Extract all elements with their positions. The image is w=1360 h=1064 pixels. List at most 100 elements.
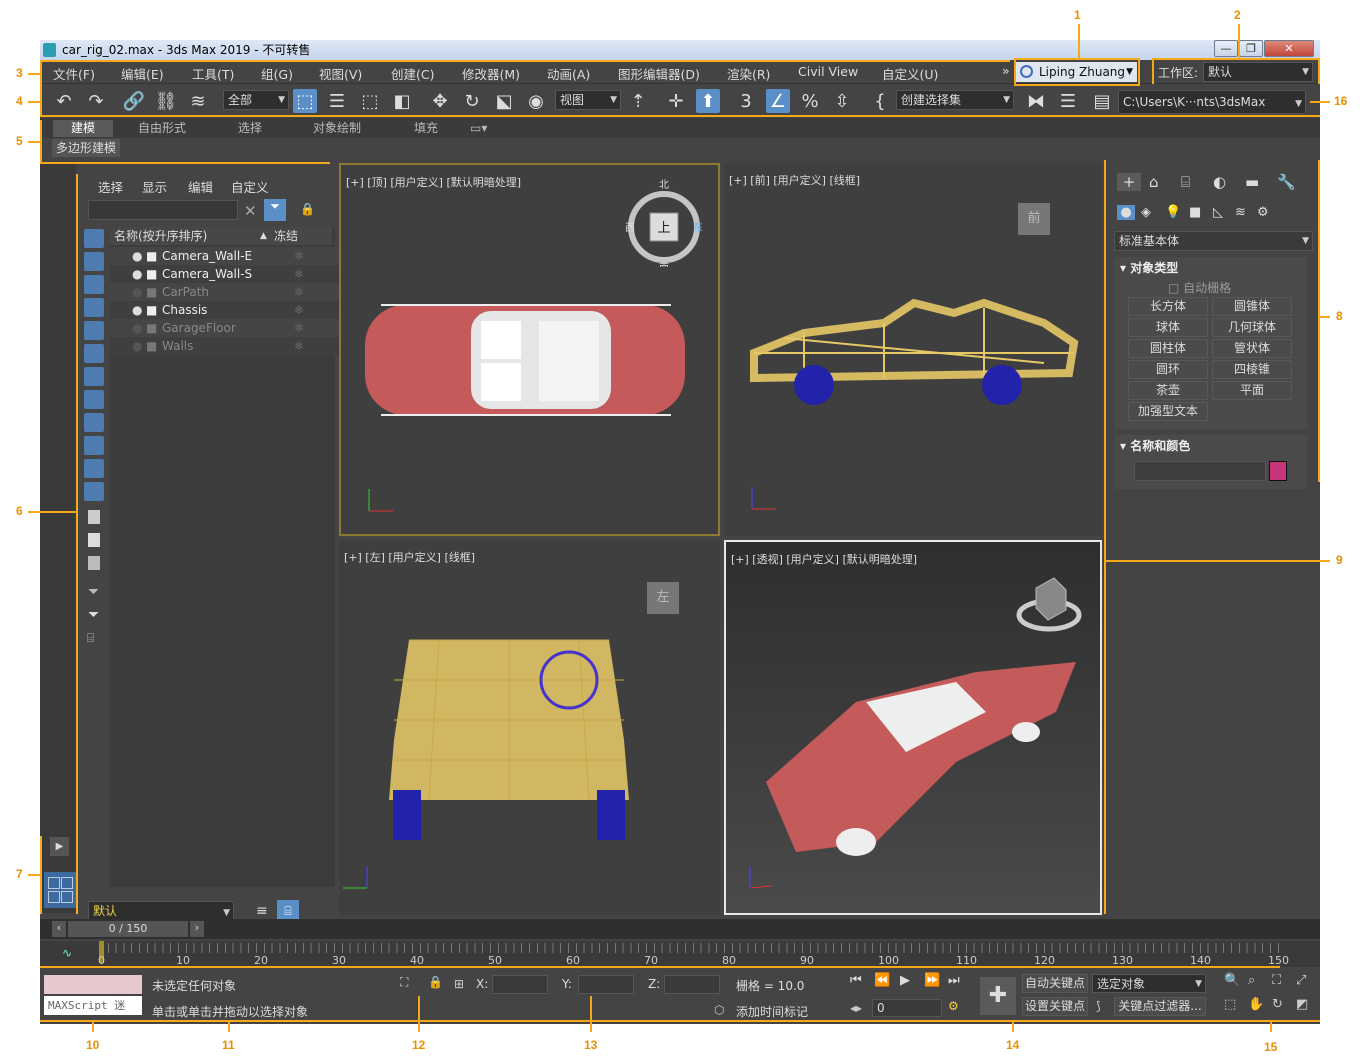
user-account-button[interactable]: Liping Zhuang ▼ xyxy=(1015,62,1137,82)
menu-graph-editors[interactable]: 图形编辑器(D) xyxy=(618,64,700,83)
viewport-label-perspective[interactable]: [+] [透视] [用户定义] [默认明暗处理] xyxy=(731,551,917,567)
coord-z-field[interactable] xyxy=(664,975,720,994)
rollout-name-color-title[interactable]: ▾ 名称和颜色 xyxy=(1120,437,1190,454)
menu-edit[interactable]: 编辑(E) xyxy=(121,64,164,83)
eye-icon[interactable]: ● xyxy=(132,247,142,265)
previous-frame-icon[interactable]: ⏪ xyxy=(874,973,890,988)
eye-icon[interactable]: ● xyxy=(132,283,142,301)
menu-rendering[interactable]: 渲染(R) xyxy=(727,64,770,83)
scene-menu-edit[interactable]: 编辑 xyxy=(188,177,213,196)
scale-icon[interactable]: ⬕ xyxy=(492,89,516,113)
display-bones-icon[interactable] xyxy=(84,413,104,432)
primitive-button[interactable]: 圆环 xyxy=(1128,360,1208,379)
coord-y-field[interactable] xyxy=(578,975,634,994)
helpers-icon[interactable]: ◺ xyxy=(1213,205,1223,220)
zoom-icon[interactable]: 🔍 xyxy=(1224,973,1240,988)
col-name[interactable]: 名称(按升序排序) xyxy=(114,227,207,245)
primitive-button[interactable]: 球体 xyxy=(1128,318,1208,337)
snap-toggle-button[interactable]: 3 xyxy=(734,89,758,113)
col-freeze[interactable]: 冻结 xyxy=(274,227,298,245)
primitive-button[interactable]: 茶壶 xyxy=(1128,381,1208,400)
primitive-button[interactable]: 圆锥体 xyxy=(1212,297,1292,316)
mirror-icon[interactable]: ⧓ xyxy=(1024,89,1048,113)
viewport-label-top[interactable]: [+] [顶] [用户定义] [默认明暗处理] xyxy=(346,174,521,190)
scene-menu-customize[interactable]: 自定义 xyxy=(231,177,269,196)
go-to-end-icon[interactable]: ⏭ xyxy=(948,973,960,988)
select-by-name-button[interactable]: ☰ xyxy=(325,89,349,113)
zoom-extents-all-icon[interactable]: ⤢ xyxy=(1296,973,1306,988)
set-key-button[interactable]: 设置关键点 xyxy=(1022,997,1088,1016)
viewcube-left[interactable]: 左 xyxy=(647,582,679,614)
field-of-view-icon[interactable]: ⬚ xyxy=(1224,997,1236,1012)
object-name-input[interactable] xyxy=(1134,461,1266,481)
display-groups-icon[interactable] xyxy=(84,367,104,386)
maxscript-input[interactable]: MAXScript 迷 xyxy=(44,996,142,1015)
menu-civil-view[interactable]: Civil View xyxy=(798,64,858,79)
window-crossing-button[interactable]: ◧ xyxy=(390,89,414,113)
key-filters-button[interactable]: 关键点过滤器... xyxy=(1114,997,1206,1016)
auto-key-button[interactable]: 自动关键点 xyxy=(1022,974,1088,993)
display-xrefs-icon[interactable] xyxy=(84,390,104,409)
move-icon[interactable]: ✥ xyxy=(428,89,452,113)
modify-tab-icon[interactable]: ⌂ xyxy=(1149,173,1159,191)
tab-freeform[interactable]: 自由形式 xyxy=(138,120,186,137)
freeze-icon[interactable]: ❄ xyxy=(294,337,304,355)
select-object-button[interactable]: ⬚ xyxy=(293,89,317,113)
manipulate-icon[interactable]: ✛ xyxy=(664,89,688,113)
spacewarps-icon[interactable]: ≋ xyxy=(1235,205,1246,220)
tab-object-paint[interactable]: 对象绘制 xyxy=(313,120,361,137)
menu-group[interactable]: 组(G) xyxy=(261,64,293,83)
bind-space-warp-icon[interactable]: ≋ xyxy=(186,89,210,113)
menu-file[interactable]: 文件(F) xyxy=(53,64,95,83)
unlink-icon[interactable]: ⛓ xyxy=(154,89,178,113)
key-selection-select[interactable]: 选定对象 ▼ xyxy=(1092,974,1206,993)
go-to-start-icon[interactable]: ⏮ xyxy=(850,973,862,988)
menu-create[interactable]: 创建(C) xyxy=(391,64,434,83)
display-invert-icon[interactable] xyxy=(88,556,100,570)
list-item[interactable]: ● ■ Chassis ❄ xyxy=(110,301,355,319)
viewport-layout-tab[interactable] xyxy=(44,872,76,908)
viewport-front[interactable]: [+] [前] [用户定义] [线框] 前 xyxy=(724,163,1102,536)
undo-button[interactable]: ↶ xyxy=(52,89,76,113)
viewcube-front[interactable]: 前 xyxy=(1018,203,1050,235)
primitive-button[interactable]: 圆柱体 xyxy=(1128,339,1208,358)
autogrid-checkbox[interactable]: □ 自动栅格 xyxy=(1168,279,1231,296)
zoom-extents-icon[interactable]: ⛶ xyxy=(1272,973,1281,988)
place-icon[interactable]: ◉ xyxy=(524,89,548,113)
orbit-icon[interactable]: ↻ xyxy=(1272,997,1283,1012)
filter-icon[interactable]: ⏷ xyxy=(88,584,99,600)
utilities-tab-icon[interactable]: 🔧 xyxy=(1277,173,1296,191)
menu-customize[interactable]: 自定义(U) xyxy=(882,64,938,83)
pivot-icon[interactable]: ⇡ xyxy=(626,89,650,113)
maximize-viewport-icon[interactable]: ◩ xyxy=(1296,997,1308,1012)
freeze-icon[interactable]: ❄ xyxy=(294,247,304,265)
spinner-snap-button[interactable]: ⇳ xyxy=(830,89,854,113)
display-frozen-icon[interactable] xyxy=(84,459,104,478)
display-tab-icon[interactable]: ▬ xyxy=(1245,173,1259,191)
hierarchy-icon[interactable]: ⌸ xyxy=(87,631,94,646)
display-containers-icon[interactable] xyxy=(84,436,104,455)
list-item[interactable]: ● ■ Camera_Wall-E ❄ xyxy=(110,247,355,265)
tab-modeling[interactable]: 建模 xyxy=(53,120,113,137)
viewport-left[interactable]: [+] [左] [用户定义] [线框] 左 xyxy=(339,540,720,915)
time-slider-next[interactable]: › xyxy=(190,921,204,937)
lock-icon[interactable]: 🔒 xyxy=(300,202,315,216)
pan-icon[interactable]: ✋ xyxy=(1248,997,1264,1012)
isolate-selection-icon[interactable]: ⛶ xyxy=(400,975,408,990)
menu-overflow[interactable]: » xyxy=(1002,63,1010,78)
key-mode-icon[interactable]: ◂▸ xyxy=(850,1001,862,1015)
viewport-top[interactable]: [+] [顶] [用户定义] [默认明暗处理] 上 北 南 东 西 xyxy=(339,163,720,536)
play-icon[interactable]: ▶ xyxy=(900,973,910,988)
rollout-object-type-title[interactable]: ▾ 对象类型 xyxy=(1120,259,1178,276)
geometry-icon[interactable]: ● xyxy=(1117,205,1135,220)
list-item[interactable]: ● ■ Walls ❄ xyxy=(110,337,355,355)
primitive-button[interactable]: 四棱锥 xyxy=(1212,360,1292,379)
eye-icon[interactable]: ● xyxy=(132,337,142,355)
freeze-icon[interactable]: ❄ xyxy=(294,319,304,337)
keyboard-shortcut-override-button[interactable]: ⬆ xyxy=(696,89,720,113)
object-color-swatch[interactable] xyxy=(1269,461,1287,481)
filter-options-icon[interactable]: ⏷ xyxy=(88,607,99,623)
track-bar[interactable]: ∿ 0 10 20 30 40 50 60 70 80 90 100 110 120 130 140 150 xyxy=(40,941,1320,967)
list-item[interactable]: ● ■ GarageFloor ❄ xyxy=(110,319,355,337)
key-filter-icon[interactable]: ⟆ xyxy=(1096,999,1101,1013)
